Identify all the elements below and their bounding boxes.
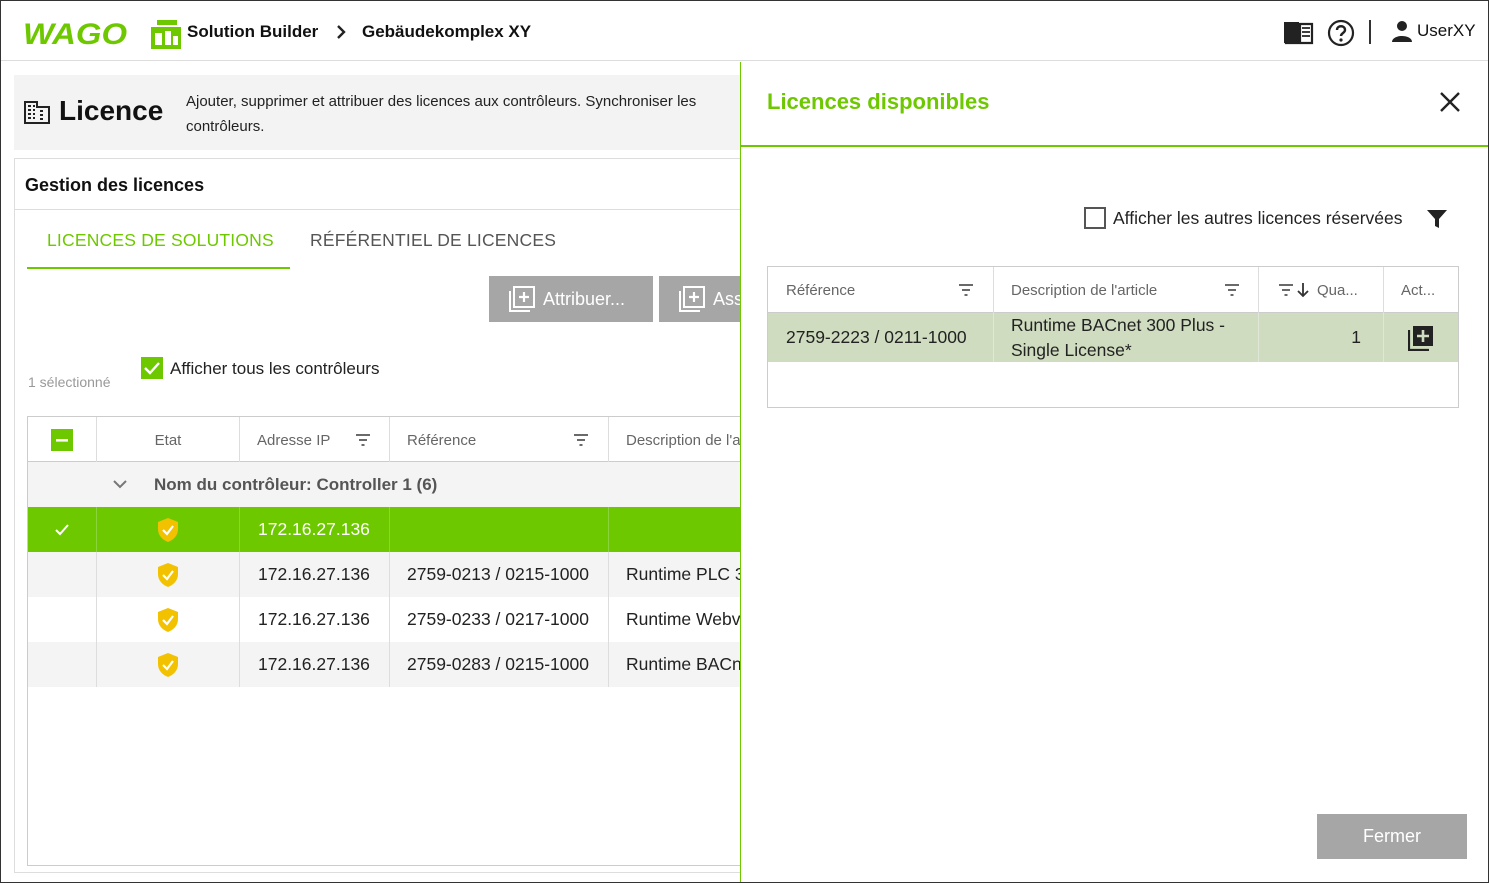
row-select-cell[interactable]: [28, 552, 97, 597]
page-header: Licence Ajouter, supprimer et attribuer …: [14, 75, 754, 150]
status-cell: [97, 597, 240, 642]
group-label: Nom du contrôleur: Controller 1 (6): [154, 475, 438, 494]
table-header: Référence Description de l'article Qua..…: [768, 267, 1458, 313]
svg-text:WAGO: WAGO: [23, 18, 127, 48]
description-cell: Runtime BACnet 300 Plus - Single License…: [994, 313, 1259, 362]
chevron-right-icon: [337, 25, 346, 39]
available-licenses-drawer: Licences disponibles Afficher les autres…: [740, 62, 1488, 882]
page-title: Licence: [59, 95, 164, 126]
add-box-icon: [679, 286, 705, 312]
shield-check-icon: [158, 607, 178, 632]
reference-cell: 2759-2223 / 0211-1000: [768, 313, 994, 362]
table-row[interactable]: 172.16.27.136 2759-0283 / 0215-1000 Runt…: [28, 642, 766, 687]
page-description: Ajouter, supprimer et attribuer des lice…: [186, 93, 697, 135]
status-cell: [97, 642, 240, 687]
reference-cell: [390, 507, 609, 552]
shield-check-icon: [158, 562, 178, 587]
user-name[interactable]: UserXY: [1417, 21, 1476, 41]
row-select-cell[interactable]: [28, 507, 97, 552]
description-line-1: Runtime BACnet 300 Plus -: [1011, 314, 1225, 335]
close-icon[interactable]: [1439, 91, 1461, 113]
tab-license-repository[interactable]: RÉFÉRENTIEL DE LICENCES: [310, 230, 556, 251]
app-title[interactable]: Solution Builder: [187, 22, 318, 42]
solution-builder-icon: [151, 20, 181, 49]
breadcrumb-project[interactable]: Gebäudekomplex XY: [362, 22, 531, 42]
ip-cell: 172.16.27.136: [240, 597, 390, 642]
status-cell: [97, 552, 240, 597]
license-management-panel: Gestion des licences LICENCES DE SOLUTIO…: [14, 158, 779, 873]
header-divider: [1369, 20, 1371, 44]
description-line-2: Single License*: [1011, 339, 1132, 360]
controllers-license-table: Etat Adresse IP Référence Description de…: [27, 416, 767, 866]
row-select-cell[interactable]: [28, 597, 97, 642]
reference-cell: 2759-0213 / 0215-1000: [390, 552, 609, 597]
actions-cell: [1384, 313, 1458, 362]
column-header-description[interactable]: Description de l'article: [994, 267, 1259, 313]
app-frame: WAGO Solution Builder Gebäudekomplex XY: [0, 0, 1489, 883]
ip-cell: 172.16.27.136: [240, 507, 390, 552]
drawer-title: Licences disponibles: [767, 89, 990, 114]
select-all-cell: [28, 417, 97, 463]
manual-book-icon[interactable]: [1284, 20, 1314, 46]
add-license-icon[interactable]: [1408, 325, 1434, 351]
quantity-cell: 1: [1259, 313, 1384, 362]
table-row[interactable]: 2759-2223 / 0211-1000 Runtime BACnet 300…: [768, 313, 1458, 362]
column-header-reference[interactable]: Référence: [768, 267, 994, 313]
ip-cell: 172.16.27.136: [240, 552, 390, 597]
check-icon: [144, 362, 160, 375]
show-all-controllers-label[interactable]: Afficher tous les contrôleurs: [170, 359, 379, 379]
close-button[interactable]: Fermer: [1317, 814, 1467, 859]
table-row[interactable]: 172.16.27.136 2759-0213 / 0215-1000 Runt…: [28, 552, 766, 597]
ip-cell: 172.16.27.136: [240, 642, 390, 687]
wago-logo[interactable]: WAGO: [23, 18, 129, 48]
building-icon: [24, 101, 50, 124]
drawer-divider: [741, 145, 1488, 147]
top-bar: WAGO Solution Builder Gebäudekomplex XY: [1, 1, 1488, 61]
reference-cell: 2759-0233 / 0217-1000: [390, 597, 609, 642]
tab-solution-licenses[interactable]: LICENCES DE SOLUTIONS: [47, 230, 274, 251]
column-header-ip[interactable]: Adresse IP: [240, 417, 390, 463]
column-header-status[interactable]: Etat: [97, 417, 240, 463]
available-licenses-table: Référence Description de l'article Qua..…: [767, 266, 1459, 408]
column-filter-icon[interactable]: [573, 433, 589, 447]
group-row-controller[interactable]: Nom du contrôleur: Controller 1 (6): [28, 462, 766, 507]
show-other-reserved-label[interactable]: Afficher les autres licences réservées: [1113, 208, 1403, 229]
column-filter-icon[interactable]: [1278, 283, 1294, 297]
status-cell: [97, 507, 240, 552]
assign-button[interactable]: Attribuer...: [489, 276, 653, 322]
select-all-checkbox[interactable]: [51, 429, 73, 451]
add-box-icon: [509, 286, 535, 312]
second-action-button-label: Ass: [713, 288, 744, 309]
panel-title: Gestion des licences: [25, 175, 205, 195]
show-other-reserved-checkbox[interactable]: [1084, 207, 1106, 229]
table-header: Etat Adresse IP Référence Description de…: [28, 416, 766, 463]
column-filter-icon[interactable]: [355, 433, 371, 447]
active-tab-indicator: [27, 267, 290, 269]
table-row[interactable]: 172.16.27.136: [28, 507, 766, 552]
show-all-controllers-checkbox[interactable]: [141, 357, 163, 379]
selected-count: 1 sélectionné: [28, 374, 111, 390]
filter-icon[interactable]: [1426, 208, 1448, 230]
shield-check-icon: [158, 652, 178, 677]
column-header-reference[interactable]: Référence: [390, 417, 609, 463]
column-header-actions[interactable]: Act...: [1384, 267, 1458, 313]
column-filter-icon[interactable]: [1224, 283, 1240, 297]
table-row[interactable]: 172.16.27.136 2759-0233 / 0217-1000 Runt…: [28, 597, 766, 642]
shield-check-icon: [158, 517, 178, 542]
row-select-cell[interactable]: [28, 642, 97, 687]
check-icon: [55, 523, 69, 535]
chevron-down-icon[interactable]: [112, 476, 128, 492]
panel-divider: [15, 209, 755, 210]
reference-cell: 2759-0283 / 0215-1000: [390, 642, 609, 687]
sort-down-arrow-icon[interactable]: [1297, 282, 1309, 298]
column-header-quantity[interactable]: Qua...: [1259, 267, 1384, 313]
column-filter-icon[interactable]: [958, 283, 974, 297]
user-icon[interactable]: [1391, 20, 1413, 42]
assign-button-label: Attribuer...: [543, 288, 626, 309]
help-icon[interactable]: [1327, 19, 1355, 47]
